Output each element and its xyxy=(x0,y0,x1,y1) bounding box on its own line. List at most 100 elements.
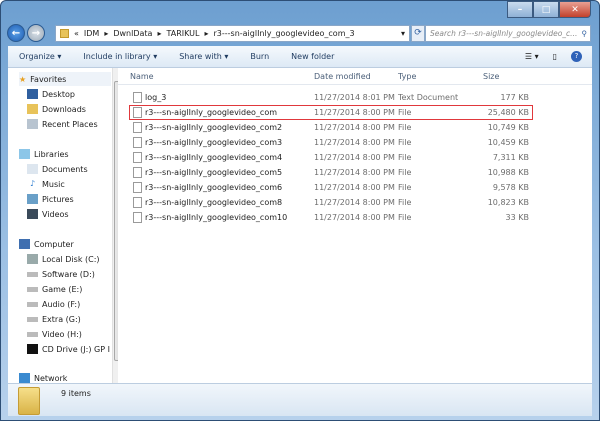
drive-icon xyxy=(27,254,38,264)
nav-music[interactable]: ♪ Music xyxy=(27,177,65,191)
file-row[interactable]: r3---sn-aiglInly_googlevideo_com2 11/27/… xyxy=(118,120,592,135)
file-date: 11/27/2014 8:00 PM xyxy=(314,213,395,222)
nav-documents[interactable]: Documents xyxy=(27,162,88,176)
burn-button[interactable]: Burn xyxy=(239,52,280,61)
nav-drive-d[interactable]: Software (D:) xyxy=(27,267,95,281)
column-size[interactable]: Size xyxy=(483,72,499,81)
nav-drive-e[interactable]: Game (E:) xyxy=(27,282,82,296)
minimize-button[interactable]: – xyxy=(507,1,533,18)
chevron-right-icon[interactable]: ▸ xyxy=(157,29,161,38)
nav-favorites[interactable]: ★ Favorites xyxy=(19,72,111,86)
help-icon[interactable]: ? xyxy=(571,51,582,62)
item-count: 9 items xyxy=(61,389,91,398)
nav-drive-c[interactable]: Local Disk (C:) xyxy=(27,252,100,266)
column-type[interactable]: Type xyxy=(398,72,416,81)
network-icon xyxy=(19,373,30,383)
new-folder-button[interactable]: New folder xyxy=(280,52,345,61)
recent-places-icon xyxy=(27,119,38,129)
drive-icon xyxy=(27,286,38,292)
file-row[interactable]: r3---sn-aiglInly_googlevideo_com6 11/27/… xyxy=(118,180,592,195)
file-row[interactable]: r3---sn-aiglInly_googlevideo_com5 11/27/… xyxy=(118,165,592,180)
file-row[interactable]: r3---sn-aiglInly_googlevideo_com8 11/27/… xyxy=(118,195,592,210)
view-options-icon[interactable]: ☰ ▾ xyxy=(525,52,539,61)
refresh-button[interactable]: ⟳ xyxy=(411,25,425,42)
music-icon: ♪ xyxy=(29,179,36,188)
nav-downloads[interactable]: Downloads xyxy=(27,102,86,116)
nav-label: Libraries xyxy=(34,149,69,159)
chevron-right-icon[interactable]: ▸ xyxy=(204,29,208,38)
file-type: File xyxy=(398,198,412,207)
nav-label: Videos xyxy=(42,209,69,219)
nav-videos[interactable]: Videos xyxy=(27,207,69,221)
drive-icon xyxy=(27,316,38,322)
file-date: 11/27/2014 8:00 PM xyxy=(314,198,395,207)
file-list: Name Date modified Type Size log_3 11/27… xyxy=(118,68,592,383)
search-icon: ⚲ xyxy=(581,29,588,38)
documents-icon xyxy=(27,164,38,174)
forward-button[interactable]: → xyxy=(27,24,45,42)
breadcrumb-current[interactable]: r3---sn-aiglInly_googlevideo_com_3 xyxy=(213,29,354,38)
file-date: 11/27/2014 8:00 PM xyxy=(314,168,395,177)
back-button[interactable]: ← xyxy=(7,24,25,42)
nav-recent-places[interactable]: Recent Places xyxy=(27,117,98,131)
file-name: r3---sn-aiglInly_googlevideo_com10 xyxy=(145,213,288,222)
breadcrumb-tarikul[interactable]: TARIKUL xyxy=(166,29,199,38)
computer-icon xyxy=(19,239,30,249)
overflow-icon[interactable]: « xyxy=(74,29,79,38)
column-name[interactable]: Name xyxy=(130,72,154,81)
nav-drive-h[interactable]: Video (H:) xyxy=(27,327,82,341)
file-size: 10,988 KB xyxy=(487,168,529,177)
folder-icon xyxy=(18,387,40,415)
file-size: 10,823 KB xyxy=(487,198,529,207)
maximize-button[interactable]: □ xyxy=(533,1,559,18)
status-bar: 9 items xyxy=(8,383,592,416)
nav-drive-j[interactable]: CD Drive (J:) GP I xyxy=(27,342,110,356)
search-input[interactable]: Search r3---sn-aiglInly_googlevideo_c...… xyxy=(425,25,591,42)
highlight-box xyxy=(129,105,533,120)
organize-button[interactable]: Organize ▾ xyxy=(8,52,72,61)
star-icon: ★ xyxy=(19,74,27,84)
pictures-icon xyxy=(27,194,38,204)
chevron-right-icon[interactable]: ▸ xyxy=(104,29,108,38)
desktop-icon xyxy=(27,89,38,99)
file-size: 177 KB xyxy=(500,93,529,102)
nav-label: Network xyxy=(34,373,68,383)
close-button[interactable]: ✕ xyxy=(559,1,591,18)
breadcrumb-idm[interactable]: IDM xyxy=(84,29,99,38)
nav-pictures[interactable]: Pictures xyxy=(27,192,74,206)
nav-drive-g[interactable]: Extra (G:) xyxy=(27,312,81,326)
file-type: File xyxy=(398,213,412,222)
file-icon xyxy=(133,92,142,103)
file-row[interactable]: r3---sn-aiglInly_googlevideo_com4 11/27/… xyxy=(118,150,592,165)
cd-drive-icon xyxy=(27,344,38,354)
nav-drive-f[interactable]: Audio (F:) xyxy=(27,297,80,311)
file-name: r3---sn-aiglInly_googlevideo_com3 xyxy=(145,138,283,147)
file-type: File xyxy=(398,123,412,132)
file-size: 9,578 KB xyxy=(492,183,529,192)
address-bar[interactable]: « IDM ▸ DwnlData ▸ TARIKUL ▸ r3---sn-aiglIn… xyxy=(55,25,410,42)
dropdown-icon[interactable]: ▾ xyxy=(401,29,405,38)
include-in-library-button[interactable]: Include in library ▾ xyxy=(72,52,168,61)
folder-icon xyxy=(60,29,69,38)
file-size: 10,749 KB xyxy=(487,123,529,132)
column-headers: Name Date modified Type Size xyxy=(118,68,592,85)
breadcrumb-dwnldata[interactable]: DwnlData xyxy=(113,29,152,38)
column-date[interactable]: Date modified xyxy=(314,72,371,81)
nav-libraries[interactable]: Libraries xyxy=(19,147,69,161)
file-row[interactable]: r3---sn-aiglInly_googlevideo_com3 11/27/… xyxy=(118,135,592,150)
file-name: r3---sn-aiglInly_googlevideo_com6 xyxy=(145,183,283,192)
explorer-window: – □ ✕ ← → « IDM ▸ DwnlData ▸ TARIKUL ▸ r3--… xyxy=(0,0,600,421)
nav-desktop[interactable]: Desktop xyxy=(27,87,75,101)
file-size: 33 KB xyxy=(505,213,529,222)
nav-computer[interactable]: Computer xyxy=(19,237,74,251)
nav-label: Software (D:) xyxy=(42,269,95,279)
nav-label: Computer xyxy=(34,239,74,249)
share-with-button[interactable]: Share with ▾ xyxy=(168,52,239,61)
file-row[interactable]: log_3 11/27/2014 8:01 PM Text Document 1… xyxy=(118,90,592,105)
preview-pane-icon[interactable]: ▯ xyxy=(553,52,557,61)
file-row[interactable]: r3---sn-aiglInly_googlevideo_com10 11/27… xyxy=(118,210,592,225)
nav-buttons: ← → xyxy=(7,24,45,42)
nav-label: Pictures xyxy=(42,194,74,204)
nav-label: Downloads xyxy=(42,104,86,114)
downloads-icon xyxy=(27,104,38,114)
